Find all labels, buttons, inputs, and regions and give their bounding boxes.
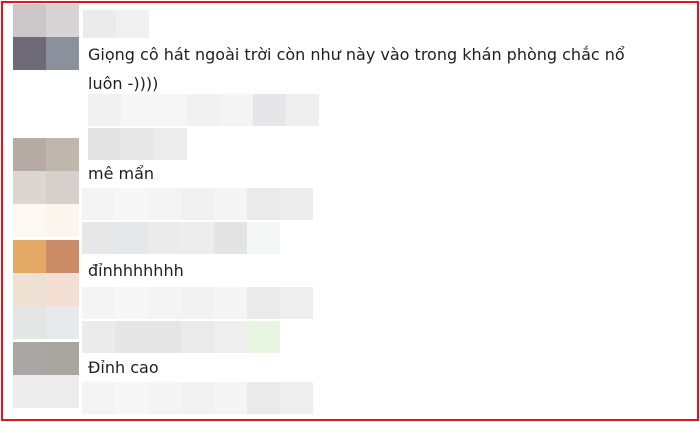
comment-text-line: Giọng cô hát ngoài trời còn như này vào …: [88, 45, 625, 64]
blurred-comment-meta: [82, 321, 280, 353]
avatar[interactable]: [13, 342, 79, 408]
comment-text: đỉnhhhhhhh: [88, 256, 184, 285]
comment-text: mê mẩn: [88, 159, 154, 188]
comment-text: Đỉnh cao: [88, 353, 159, 382]
blurred-comment-meta: [88, 94, 319, 126]
blurred-username[interactable]: [88, 128, 187, 160]
avatar[interactable]: [13, 4, 79, 70]
blurred-comment-meta: [82, 382, 313, 414]
avatar[interactable]: [13, 240, 79, 339]
comment-text-line: Đỉnh cao: [88, 358, 159, 377]
blurred-comment-meta: [82, 222, 280, 254]
blurred-username[interactable]: [83, 10, 149, 38]
blurred-comment-meta: [82, 188, 313, 220]
comment-text: Giọng cô hát ngoài trời còn như này vào …: [88, 40, 625, 98]
comment-text-line: mê mẩn: [88, 164, 155, 183]
avatar[interactable]: [13, 138, 79, 237]
blurred-comment-meta: [82, 287, 313, 319]
comment-text-line: đỉnhhhhhhh: [88, 261, 184, 280]
